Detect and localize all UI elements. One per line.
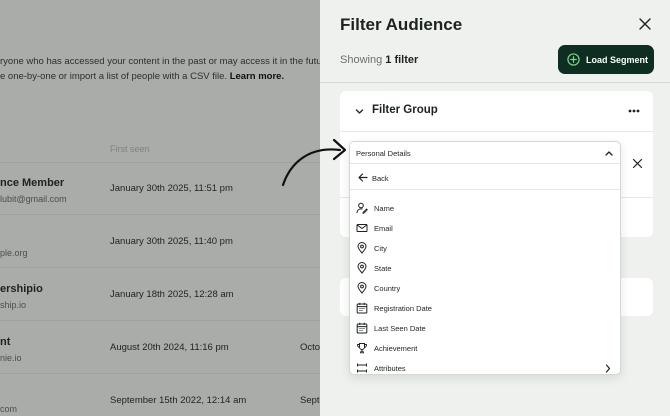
- description-line-1: ryone who has accessed your content in t…: [0, 56, 320, 67]
- dropdown-back-item[interactable]: Back: [350, 165, 620, 190]
- member-first-seen: September 15th 2022, 12:14 am: [110, 395, 247, 406]
- table-row[interactable]: com September 15th 2022, 12:14 am Septe: [0, 375, 320, 416]
- chevron-right-icon: [605, 364, 611, 373]
- mail-icon: [356, 224, 368, 232]
- member-first-seen: January 18th 2025, 12:28 am: [110, 289, 234, 300]
- chevron-down-icon[interactable]: [355, 107, 364, 116]
- member-email: nie.io: [0, 353, 22, 363]
- plus-circle-icon: [567, 53, 580, 66]
- dropdown-item-achievement[interactable]: Achievement: [350, 338, 620, 358]
- background-page: ryone who has accessed your content in t…: [0, 0, 320, 416]
- dropdown-item-last-seen-date[interactable]: Last Seen Date: [350, 318, 620, 338]
- member-name: ershipio: [0, 283, 43, 295]
- dropdown-item-city[interactable]: City: [350, 238, 620, 258]
- field-dropdown[interactable]: Personal Details Back Name Email City St…: [349, 141, 621, 375]
- user-edit-icon: [356, 202, 368, 214]
- item-label: Registration Date: [374, 304, 432, 313]
- member-first-seen: January 30th 2025, 11:40 pm: [110, 236, 233, 247]
- dropdown-item-registration-date[interactable]: Registration Date: [350, 298, 620, 318]
- filter-count: 1 filter: [385, 54, 419, 66]
- back-label: Back: [372, 174, 389, 183]
- member-name: nt: [0, 336, 11, 348]
- curved-arrow-icon: [281, 138, 347, 187]
- arrow-left-icon: [358, 173, 368, 182]
- dropdown-item-email[interactable]: Email: [350, 218, 620, 238]
- item-label: Name: [374, 204, 395, 213]
- map-pin-icon: [357, 282, 367, 294]
- member-email: ple.org: [0, 248, 28, 258]
- drawer-title: Filter Audience: [340, 15, 463, 34]
- table-row[interactable]: ple.org January 30th 2025, 11:40 pm: [0, 216, 320, 268]
- dropdown-item-country[interactable]: Country: [350, 278, 620, 298]
- column-header-first-seen: First seen: [110, 144, 150, 154]
- dropdown-item-name[interactable]: Name: [350, 198, 620, 218]
- filter-group-title: Filter Group: [372, 104, 438, 116]
- item-label: Email: [374, 224, 393, 233]
- table-row[interactable]: nt nie.io August 20th 2024, 11:16 pm Oct…: [0, 322, 320, 374]
- group-header-divider: [340, 131, 653, 132]
- dropdown-selected-label: Personal Details: [356, 149, 411, 158]
- trophy-icon: [357, 343, 367, 354]
- drawer-divider: [320, 82, 670, 83]
- member-first-seen: August 20th 2024, 11:16 pm: [110, 342, 229, 353]
- member-name: nce Member: [0, 177, 65, 189]
- item-label: State: [374, 264, 392, 273]
- table-row[interactable]: nce Member lubit@gmail.com January 30th …: [0, 163, 320, 215]
- map-pin-icon: [357, 242, 367, 254]
- chevron-up-icon: [605, 151, 613, 156]
- audience-description: ryone who has accessed your content in t…: [0, 54, 320, 84]
- member-last-seen: Septe: [300, 395, 320, 406]
- member-first-seen: January 30th 2025, 11:51 pm: [110, 183, 233, 194]
- map-pin-icon: [357, 262, 367, 274]
- item-label: Country: [374, 284, 401, 293]
- load-segment-label: Load Segment: [586, 54, 649, 65]
- member-email: lubit@gmail.com: [0, 194, 67, 204]
- item-label: City: [374, 244, 387, 253]
- showing-prefix: Showing: [340, 54, 383, 66]
- filter-count-text: Showing 1 filter: [340, 54, 418, 66]
- item-label: Last Seen Date: [374, 324, 426, 333]
- dropdown-selected[interactable]: Personal Details: [350, 142, 620, 164]
- item-label: Achievement: [374, 344, 418, 353]
- remove-filter-icon[interactable]: [632, 158, 643, 169]
- learn-more-link[interactable]: Learn more.: [230, 71, 284, 82]
- table-row[interactable]: ershipio ship.io January 18th 2025, 12:2…: [0, 269, 320, 321]
- load-segment-button[interactable]: Load Segment: [558, 45, 654, 74]
- attributes-icon: [357, 363, 367, 373]
- calendar-icon: [356, 302, 368, 314]
- member-email: com: [0, 404, 18, 414]
- dropdown-item-attributes[interactable]: Attributes: [350, 358, 620, 374]
- description-line-2: e one-by-one or import a list of people …: [0, 71, 228, 82]
- dropdown-item-state[interactable]: State: [350, 258, 620, 278]
- close-icon[interactable]: [638, 17, 652, 31]
- more-options-icon[interactable]: [628, 108, 640, 114]
- member-email: ship.io: [0, 300, 27, 310]
- member-last-seen: Octo: [300, 342, 320, 353]
- calendar-icon: [356, 322, 368, 334]
- item-label: Attributes: [374, 364, 406, 373]
